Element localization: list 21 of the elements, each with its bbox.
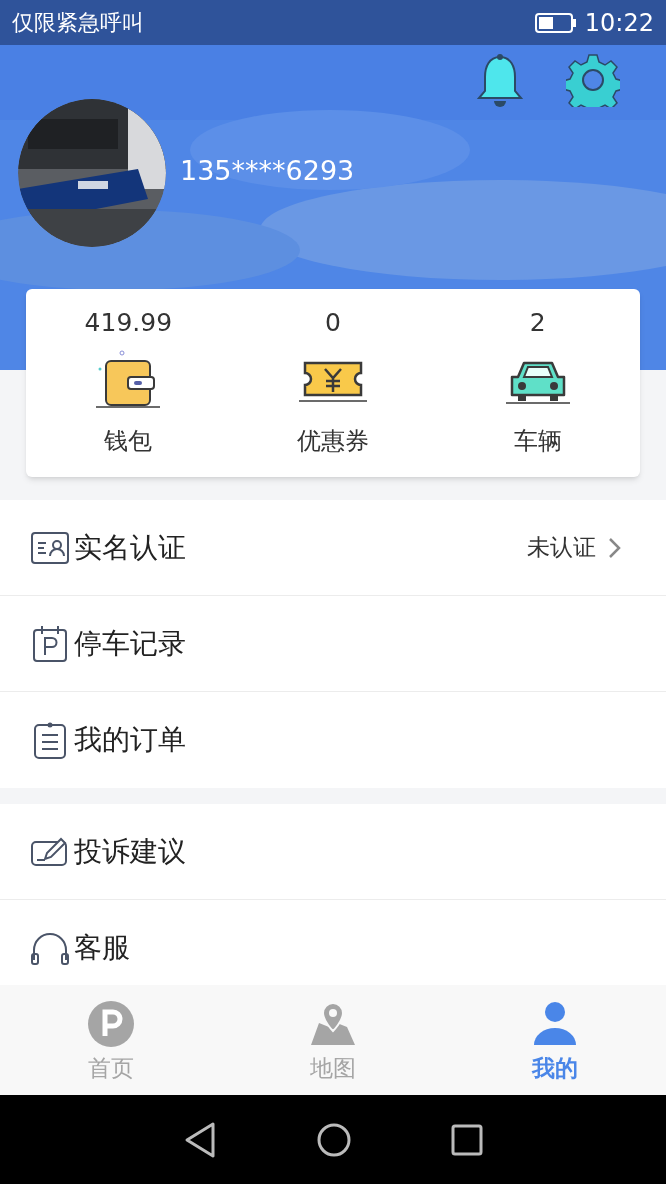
person-icon [532,1001,578,1047]
status-text: 未认证 [527,533,596,563]
clipboard-icon [33,721,67,759]
chevron-icon [608,536,622,559]
stat-label[interactable]: 优惠券 [297,423,369,459]
menu-label: 停车记录 [74,625,186,662]
menu-label: 我的订单 [74,722,186,758]
parking-icon [88,1001,134,1047]
menu-label: 投诉建议 [74,833,186,870]
parking-icon [32,624,68,663]
edit-icon [31,836,69,867]
recents-icon[interactable] [451,1123,483,1156]
id-card-icon [31,531,69,564]
headset-icon [31,930,69,966]
stat-label[interactable]: 车辆 [513,423,562,459]
menu-label: 实名认证 [74,529,186,566]
map-icon [309,1001,357,1047]
back-icon[interactable] [183,1120,217,1159]
stat-label[interactable]: 钱包 [104,423,153,459]
menu-label: 客服 [74,930,130,966]
home-icon[interactable] [317,1122,351,1157]
